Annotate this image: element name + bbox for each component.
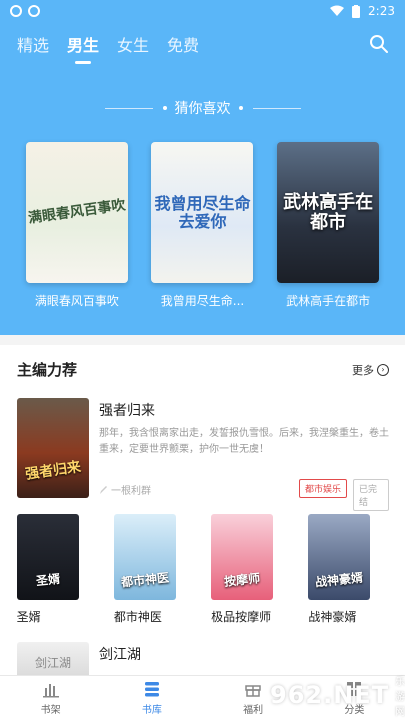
more-button[interactable]: 更多 ›	[352, 362, 389, 378]
book-title: 剑江湖	[99, 647, 141, 663]
cover-text: 按摩师	[223, 571, 261, 589]
status-notification-icons	[10, 5, 40, 17]
search-icon[interactable]	[369, 34, 389, 54]
recommend-grid: 圣婿 圣婿 都市神医 都市神医 按摩师 极品按摩师 战神豪婿 战神豪婿	[0, 514, 405, 625]
guess-heading: 猜你喜欢	[0, 98, 405, 118]
category-tag: 都市娱乐	[299, 479, 348, 498]
cover-text: 战神豪婿	[314, 570, 365, 590]
more-label: 更多	[352, 363, 374, 377]
status-system-icons: 2:23	[330, 4, 395, 18]
tab-female[interactable]: 女生	[117, 32, 149, 56]
recommend-section: 主编力荐 更多 › 强者归来 强者归来 那年，我含恨离家出走，发誓报仇雪恨。后来…	[0, 345, 405, 682]
heading-dot	[238, 106, 243, 110]
grid-book[interactable]: 按摩师 极品按摩师	[211, 514, 291, 625]
book-author: 一根利群	[99, 482, 151, 497]
book-title: 战神豪婿	[308, 610, 357, 624]
cover-text: 都市神医	[120, 570, 170, 590]
pen-icon	[100, 485, 107, 494]
nav-library[interactable]: 书库	[101, 676, 202, 720]
cover-text: 武林高手在都市	[283, 191, 374, 233]
book-cover[interactable]: 强者归来	[17, 398, 89, 498]
book-title: 满眼春风百事吹	[34, 294, 119, 308]
watermark-logo: 962.NET 乐游网	[270, 670, 405, 720]
book-title: 武林高手在都市	[286, 294, 371, 308]
grid-book[interactable]: 都市神医 都市神医	[113, 514, 194, 625]
book-cover[interactable]: 圣婿	[16, 514, 79, 600]
grid-book[interactable]: 战神豪婿 战神豪婿	[308, 514, 388, 625]
guess-book[interactable]: 武林高手在都市 武林高手在都市	[273, 142, 383, 309]
guess-book[interactable]: 我曾用尽生命去爱你 我曾用尽生命...	[147, 142, 257, 309]
heading-dot	[162, 106, 167, 110]
book-cover[interactable]: 战神豪婿	[308, 514, 371, 600]
nav-label: 福利	[243, 705, 264, 716]
featured-book[interactable]: 强者归来 强者归来 那年，我含恨离家出走，发誓报仇雪恨。后来，我涅槃重生，卷土重…	[17, 398, 389, 511]
tab-free[interactable]: 免费	[167, 32, 199, 56]
grid-book[interactable]: 圣婿 圣婿	[16, 514, 97, 625]
guess-book[interactable]: 满眼春风百事吹 满眼春风百事吹	[22, 142, 132, 309]
book-description: 那年，我含恨离家出走，发誓报仇雪恨。后来，我涅槃重生，卷土重来，定要世界颤栗，护…	[99, 428, 389, 455]
nav-label: 书架	[40, 705, 61, 716]
book-title: 都市神医	[113, 610, 162, 624]
nav-bookshelf[interactable]: 书架	[0, 676, 101, 720]
cover-text: 圣婿	[34, 571, 61, 589]
status-time: 2:23	[368, 4, 395, 18]
top-tabs: 精选 男生 女生 免费	[0, 22, 405, 66]
chevron-right-icon: ›	[377, 363, 389, 376]
notification-icon	[28, 5, 40, 17]
book-cover[interactable]: 按摩师	[211, 514, 274, 600]
heading-divider	[252, 107, 301, 109]
heading-divider	[104, 107, 153, 109]
bookshelf-icon	[42, 684, 59, 698]
hero-section: 精选 男生 女生 免费 猜你喜欢 满眼春风百事吹 满眼春风百事吹 我曾用尽生命去…	[0, 22, 405, 335]
gift-icon	[245, 685, 261, 697]
watermark-sub: 乐游网	[395, 676, 405, 718]
guess-heading-label: 猜你喜欢	[174, 101, 231, 117]
book-cover[interactable]: 满眼春风百事吹	[25, 142, 128, 283]
guess-list: 满眼春风百事吹 满眼春风百事吹 我曾用尽生命去爱你 我曾用尽生命... 武林高手…	[0, 142, 405, 309]
cover-text: 满眼春风百事吹	[27, 197, 127, 227]
tab-selected[interactable]: 精选	[17, 32, 49, 56]
library-icon	[144, 682, 159, 697]
nav-label: 书库	[141, 705, 162, 716]
book-cover[interactable]: 武林高手在都市	[277, 142, 380, 283]
book-title: 我曾用尽生命...	[160, 294, 245, 308]
wifi-icon	[330, 5, 345, 16]
notification-icon	[10, 5, 22, 17]
watermark-text: 962.NET	[270, 681, 390, 709]
book-cover[interactable]: 我曾用尽生命去爱你	[151, 142, 254, 283]
author-name: 一根利群	[111, 486, 151, 497]
battery-icon	[352, 4, 361, 18]
status-tag: 已完结	[353, 479, 389, 511]
tab-male[interactable]: 男生	[67, 32, 99, 64]
book-title: 强者归来	[99, 403, 155, 419]
cover-text: 剑江湖	[34, 655, 71, 670]
cover-text: 强者归来	[24, 459, 82, 483]
recommend-header: 主编力荐 更多 ›	[17, 359, 389, 380]
recommend-title: 主编力荐	[17, 361, 78, 379]
book-cover[interactable]: 都市神医	[113, 514, 176, 600]
book-title: 圣婿	[16, 610, 41, 624]
status-bar: 2:23	[0, 0, 405, 22]
book-title: 极品按摩师	[211, 610, 272, 624]
cover-text: 我曾用尽生命去爱你	[154, 193, 251, 231]
